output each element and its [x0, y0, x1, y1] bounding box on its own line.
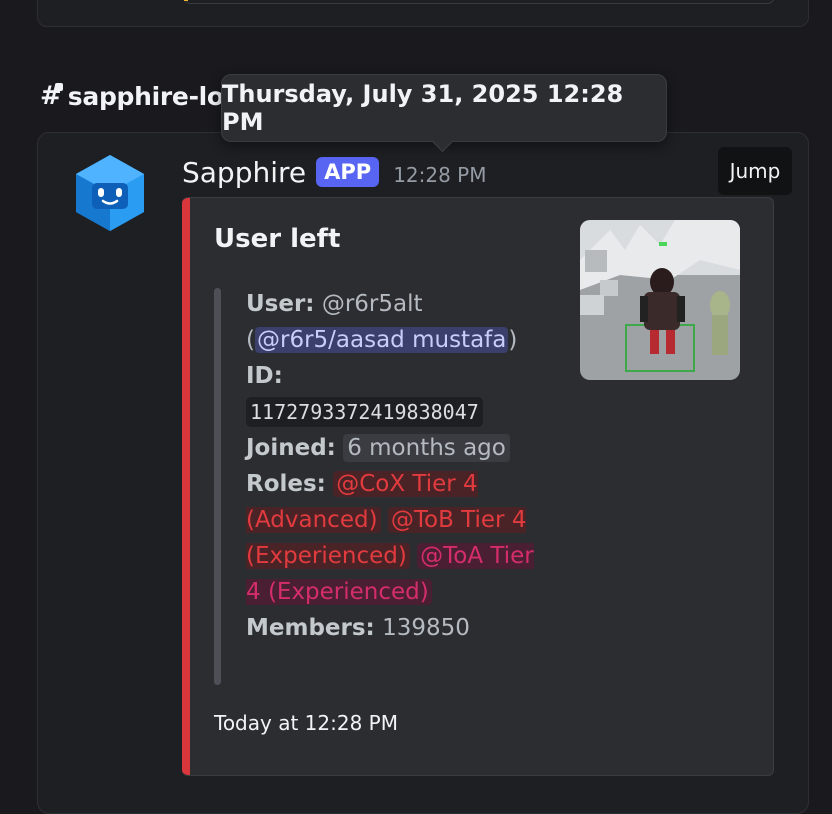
- members-value: 139850: [382, 615, 470, 641]
- jump-button[interactable]: Jump: [718, 147, 792, 195]
- embed-title: User left: [214, 224, 341, 254]
- embed-accent-bar: [182, 198, 190, 775]
- embed-footer: Today at 12:28 PM: [214, 711, 398, 735]
- embed-card: User left User: @r6r5alt (@r6r5/aasad mu…: [182, 197, 774, 776]
- members-label: Members:: [246, 615, 375, 641]
- message-header: Sapphire APP 12:28 PM: [182, 154, 487, 190]
- joined-value[interactable]: 6 months ago: [343, 434, 510, 462]
- user-mention[interactable]: @r6r5/aasad mustafa: [254, 327, 509, 353]
- quote-bar: [214, 288, 221, 685]
- id-label: ID:: [246, 363, 283, 389]
- game-character-thumbnail[interactable]: [580, 220, 740, 380]
- close-paren: ): [508, 327, 518, 353]
- timestamp-tooltip: Thursday, July 31, 2025 12:28 PM: [221, 74, 667, 142]
- joined-label: Joined:: [246, 435, 336, 461]
- id-value: 1172793372419838047: [246, 397, 483, 427]
- sapphire-bot-avatar[interactable]: [74, 153, 146, 233]
- previous-embed-marker: [184, 0, 188, 1]
- open-paren: (: [246, 327, 255, 353]
- author-name[interactable]: Sapphire: [182, 156, 306, 189]
- user-value: @r6r5alt: [321, 291, 423, 317]
- tooltip-text: Thursday, July 31, 2025 12:28 PM: [222, 80, 624, 136]
- previous-embed: [183, 0, 775, 4]
- channel-name[interactable]: sapphire-lo: [68, 82, 224, 111]
- app-badge: APP: [316, 157, 380, 187]
- previous-message-card: [37, 0, 809, 27]
- user-label: User:: [246, 291, 315, 317]
- roles-label: Roles:: [246, 471, 326, 497]
- hash-lock-icon: #: [40, 81, 63, 111]
- message-timestamp[interactable]: 12:28 PM: [393, 163, 486, 187]
- channel-header[interactable]: # sapphire-lo: [40, 78, 224, 114]
- embed-description: User: @r6r5alt (@r6r5/aasad mustafa) ID:…: [246, 286, 536, 646]
